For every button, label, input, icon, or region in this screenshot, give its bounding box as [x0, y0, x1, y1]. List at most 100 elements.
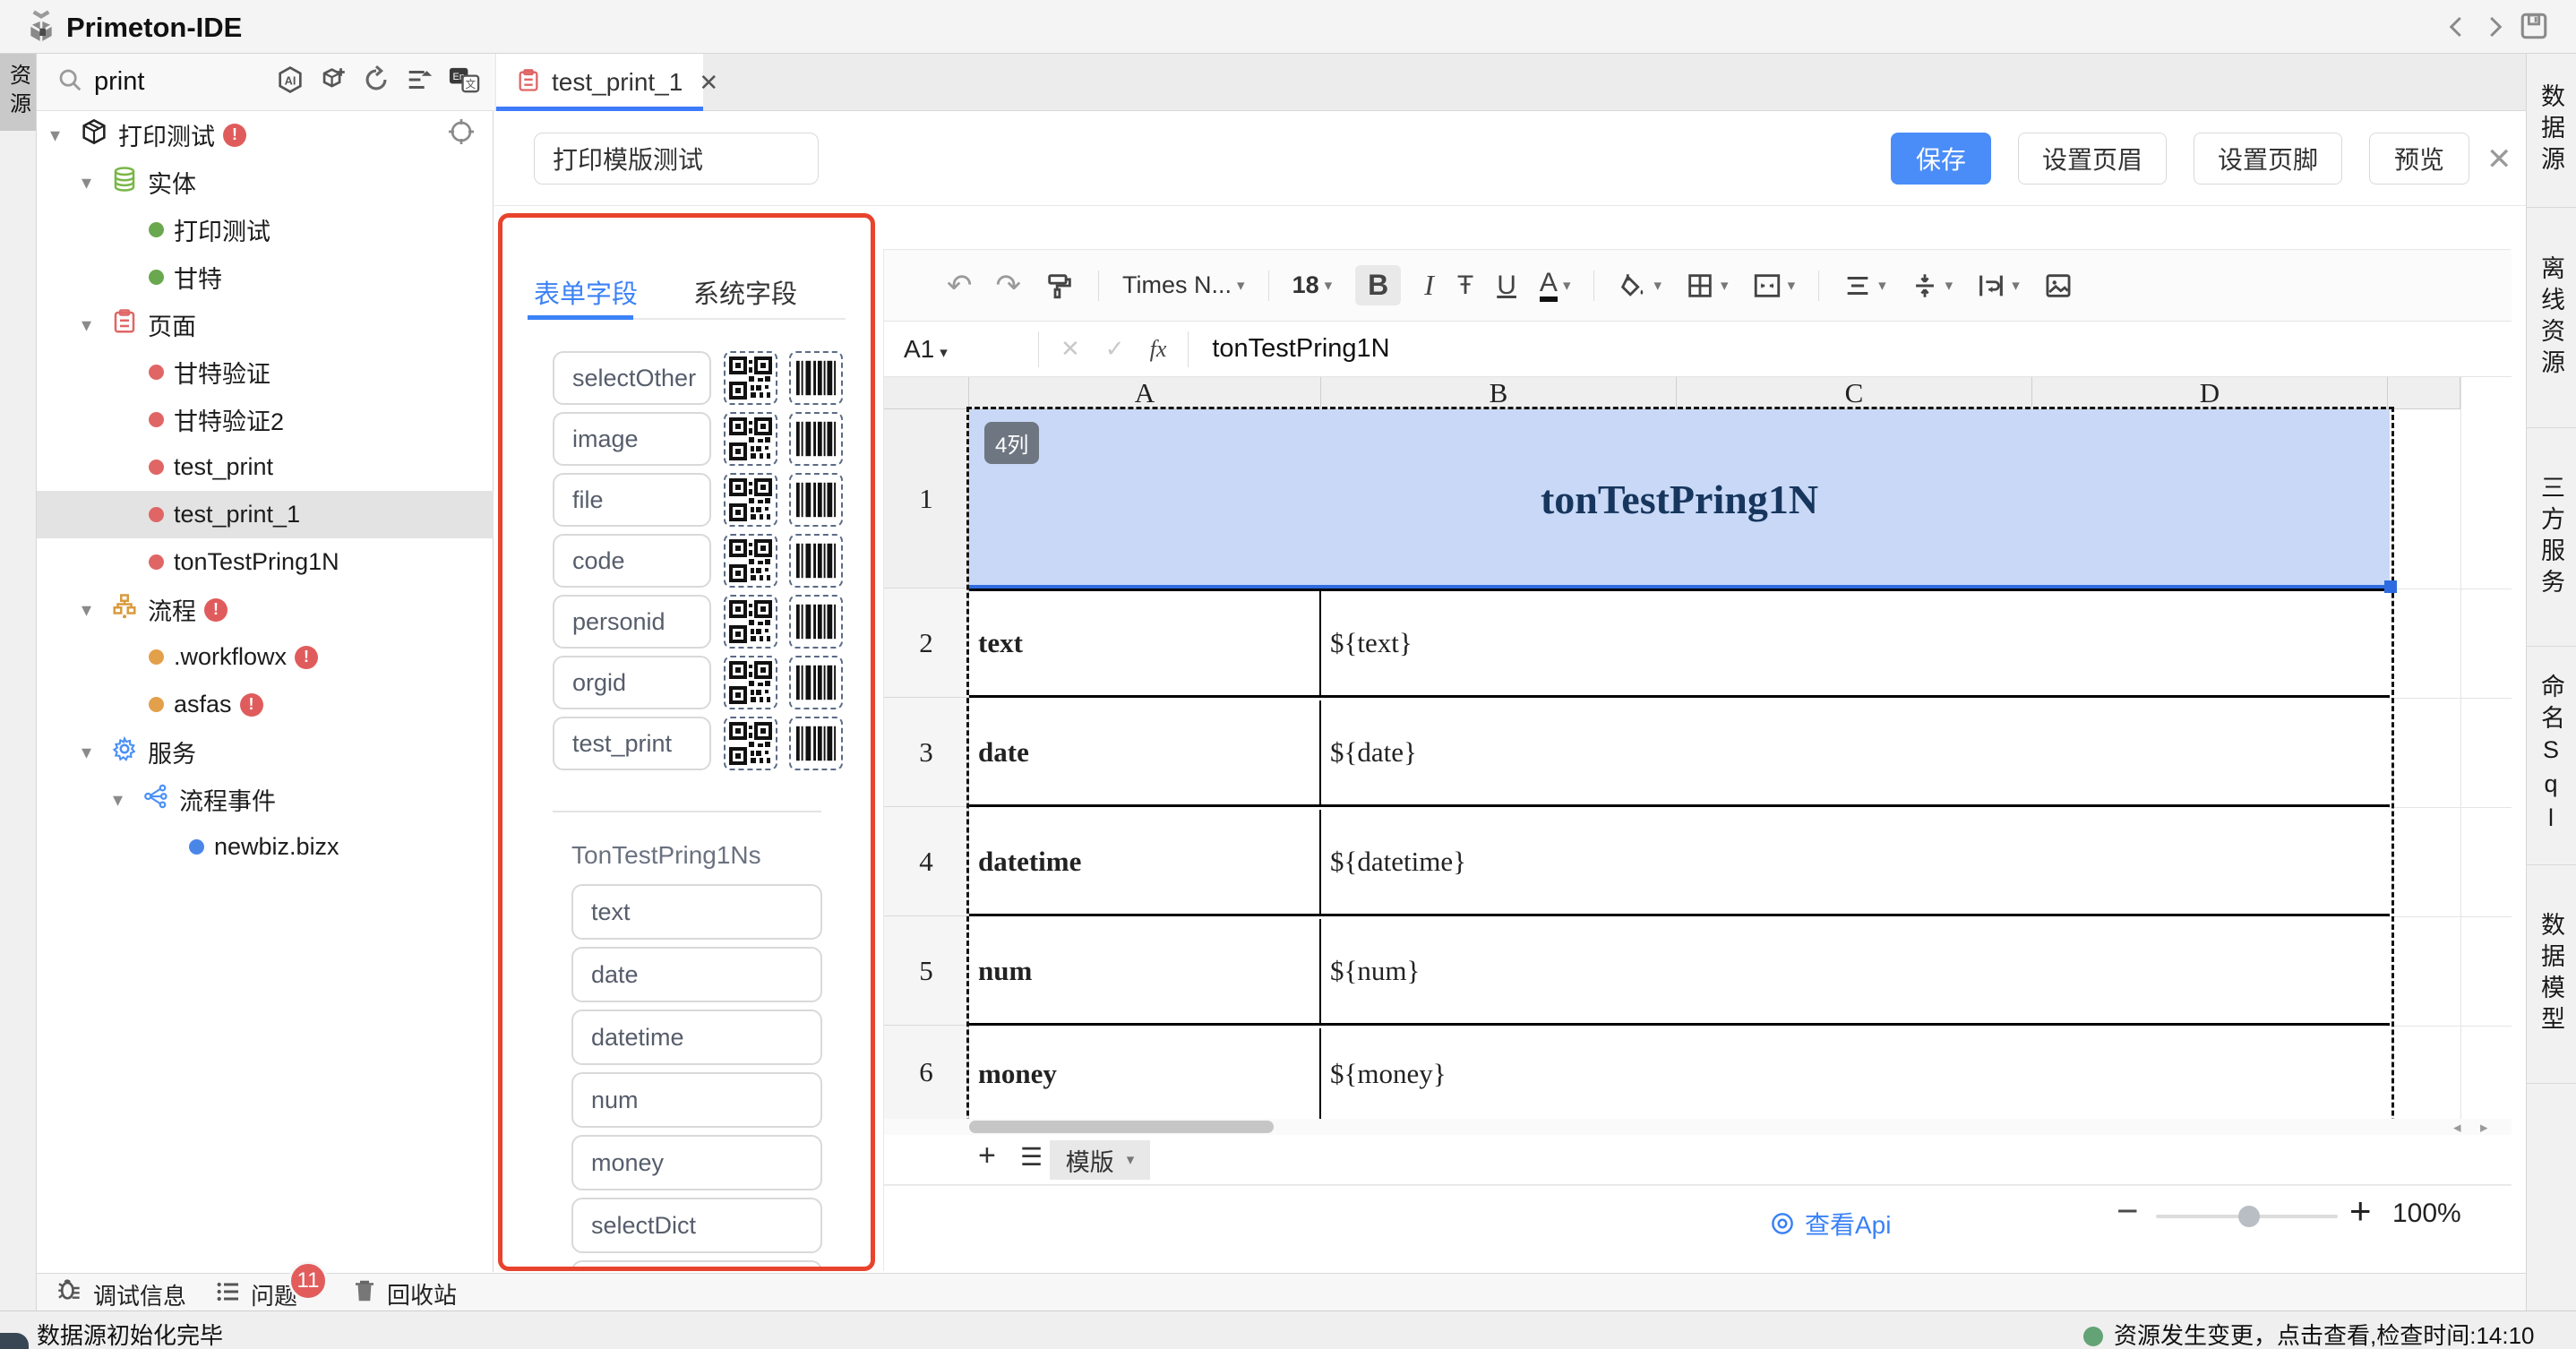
row-header[interactable]: 2 — [884, 589, 969, 698]
field-pill[interactable]: selectOther — [553, 351, 711, 405]
font-size-select[interactable]: 18▾ — [1292, 271, 1333, 299]
row-label-cell[interactable]: date — [969, 700, 1321, 804]
tree-item-bizx[interactable]: newbiz.bizx — [37, 823, 494, 871]
field-pill[interactable]: image — [553, 412, 711, 466]
merge-cells-icon[interactable]: ▾ — [1752, 271, 1796, 301]
row-label-cell[interactable]: datetime — [969, 810, 1321, 914]
set-page-footer-button[interactable]: 设置页脚 — [2194, 133, 2342, 185]
function-icon[interactable]: fx — [1150, 336, 1167, 363]
template-name-input[interactable] — [534, 133, 819, 185]
row-header[interactable]: 3 — [884, 698, 969, 807]
italic-icon[interactable]: I — [1424, 269, 1434, 302]
tree-item-page[interactable]: tonTestPring1N — [37, 538, 494, 586]
barcode-button[interactable] — [789, 412, 843, 466]
qr-code-button[interactable] — [724, 595, 777, 649]
vertical-align-icon[interactable]: ▾ — [1910, 271, 1953, 301]
row-value-cell[interactable]: ${money} — [1321, 1028, 2390, 1119]
locate-icon[interactable] — [447, 117, 476, 152]
tree-item-page[interactable]: 甘特验证2 — [37, 396, 494, 443]
row-value-cell[interactable]: ${date} — [1321, 700, 2390, 804]
save-file-icon[interactable] — [2519, 11, 2549, 46]
preview-button[interactable]: 预览 — [2369, 133, 2469, 185]
row-label-cell[interactable]: money — [969, 1028, 1321, 1119]
merged-title-cell[interactable]: tonTestPring1N — [969, 409, 2390, 589]
tab-close-icon[interactable]: ✕ — [699, 69, 718, 97]
borders-icon[interactable]: ▾ — [1685, 271, 1729, 301]
scrollbar-thumb[interactable] — [969, 1121, 1274, 1133]
tree-item-workflow[interactable]: .workflowx ! — [37, 633, 494, 681]
row-value-cell[interactable]: ${num} — [1321, 919, 2390, 1023]
chevron-down-icon[interactable]: ▾ — [82, 171, 101, 194]
view-api-link[interactable]: 查看Api — [1769, 1206, 1891, 1242]
text-wrap-icon[interactable]: ▾ — [1976, 271, 2020, 301]
table-row[interactable]: text ${text} — [969, 589, 2390, 698]
column-header-b[interactable]: B — [1321, 377, 1677, 409]
group-field-pill-clipped[interactable] — [571, 1260, 822, 1271]
resource-change-notice[interactable]: 资源发生变更，点击查看,检查时间:14:10 — [2083, 1318, 2535, 1349]
row-value-cell[interactable]: ${text} — [1321, 591, 2390, 695]
close-editor-icon[interactable]: ✕ — [2486, 142, 2512, 177]
group-field-pill[interactable]: money — [571, 1135, 822, 1190]
tab-form-fields[interactable]: 表单字段 — [534, 273, 638, 311]
column-header-a[interactable]: A — [969, 377, 1321, 409]
strikethrough-icon[interactable]: Ŧ — [1457, 271, 1473, 301]
problems-button[interactable]: 问题 — [213, 1277, 297, 1312]
table-row[interactable]: money ${money} — [969, 1028, 2390, 1119]
confirm-entry-icon[interactable]: ✓ — [1105, 335, 1125, 363]
row-header[interactable]: 4 — [884, 807, 969, 916]
barcode-button[interactable] — [789, 351, 843, 405]
chevron-down-icon[interactable]: ▾ — [82, 598, 101, 622]
barcode-button[interactable] — [789, 656, 843, 709]
new-resource-icon[interactable] — [318, 64, 348, 99]
corner-cell[interactable] — [884, 377, 969, 409]
row-label-cell[interactable]: text — [969, 591, 1321, 695]
tree-item-entity[interactable]: 打印测试 — [37, 206, 494, 253]
chevron-down-icon[interactable]: ▾ — [113, 788, 133, 812]
tree-item-page-group[interactable]: ▾ 页面 — [37, 301, 494, 348]
tab-test-print-1[interactable]: test_print_1 ✕ — [496, 54, 703, 111]
table-row[interactable]: datetime ${datetime} — [969, 810, 2390, 916]
tree-item-entity-group[interactable]: ▾ 实体 — [37, 159, 494, 206]
activity-tab-resources[interactable]: 资源 — [0, 54, 36, 131]
field-pill[interactable]: personid — [553, 595, 711, 649]
tree-item-workflow[interactable]: asfas ! — [37, 681, 494, 728]
qr-code-button[interactable] — [724, 656, 777, 709]
bold-icon[interactable]: B — [1355, 265, 1401, 305]
horizontal-scrollbar[interactable]: ◂ ▸ — [884, 1119, 2512, 1135]
chevron-down-icon[interactable]: ▾ — [50, 124, 70, 147]
selection-handle[interactable] — [2384, 580, 2397, 593]
tree-item-flow-group[interactable]: ▾ 流程 ! — [37, 586, 494, 633]
horizontal-align-icon[interactable]: ▾ — [1842, 271, 1886, 301]
table-row[interactable]: date ${date} — [969, 700, 2390, 807]
underline-icon[interactable]: U — [1497, 271, 1516, 301]
zoom-out-icon[interactable]: − — [2117, 1190, 2139, 1233]
zoom-slider-thumb[interactable] — [2238, 1206, 2260, 1227]
recycle-bin-button[interactable]: 回收站 — [351, 1277, 457, 1310]
debug-info-button[interactable]: 调试信息 — [56, 1277, 186, 1312]
tab-data-model[interactable]: 数据模型 — [2527, 865, 2576, 1084]
column-header-d[interactable]: D — [2032, 377, 2388, 409]
qr-code-button[interactable] — [724, 717, 777, 770]
qr-code-button[interactable] — [724, 473, 777, 527]
column-header-c[interactable]: C — [1677, 377, 2032, 409]
field-pill[interactable]: test_print — [553, 717, 711, 770]
row-label-cell[interactable]: num — [969, 919, 1321, 1023]
fill-color-icon[interactable]: ▾ — [1618, 271, 1662, 301]
tab-named-sql[interactable]: 命名Sql — [2527, 647, 2576, 865]
barcode-button[interactable] — [789, 473, 843, 527]
row-header[interactable]: 1 — [884, 409, 969, 589]
add-sheet-icon[interactable]: + — [978, 1138, 996, 1173]
group-field-pill[interactable]: selectDict — [571, 1198, 822, 1253]
tree-item-service-group[interactable]: ▾ 服务 — [37, 728, 494, 776]
format-painter-icon[interactable] — [1044, 271, 1075, 301]
cancel-entry-icon[interactable]: ✕ — [1060, 335, 1080, 363]
insert-image-icon[interactable] — [2043, 271, 2074, 301]
cell-reference-box[interactable]: A1▾ — [904, 335, 1038, 364]
zoom-in-icon[interactable]: + — [2349, 1190, 2372, 1233]
tab-third-party-services[interactable]: 三方服务 — [2527, 428, 2576, 647]
tab-data-source[interactable]: 数据源 — [2527, 54, 2576, 208]
group-field-pill[interactable]: text — [571, 884, 822, 940]
save-button[interactable]: 保存 — [1891, 133, 1991, 185]
undo-icon[interactable]: ↶ — [947, 268, 973, 304]
nav-back-icon[interactable] — [2443, 13, 2470, 46]
